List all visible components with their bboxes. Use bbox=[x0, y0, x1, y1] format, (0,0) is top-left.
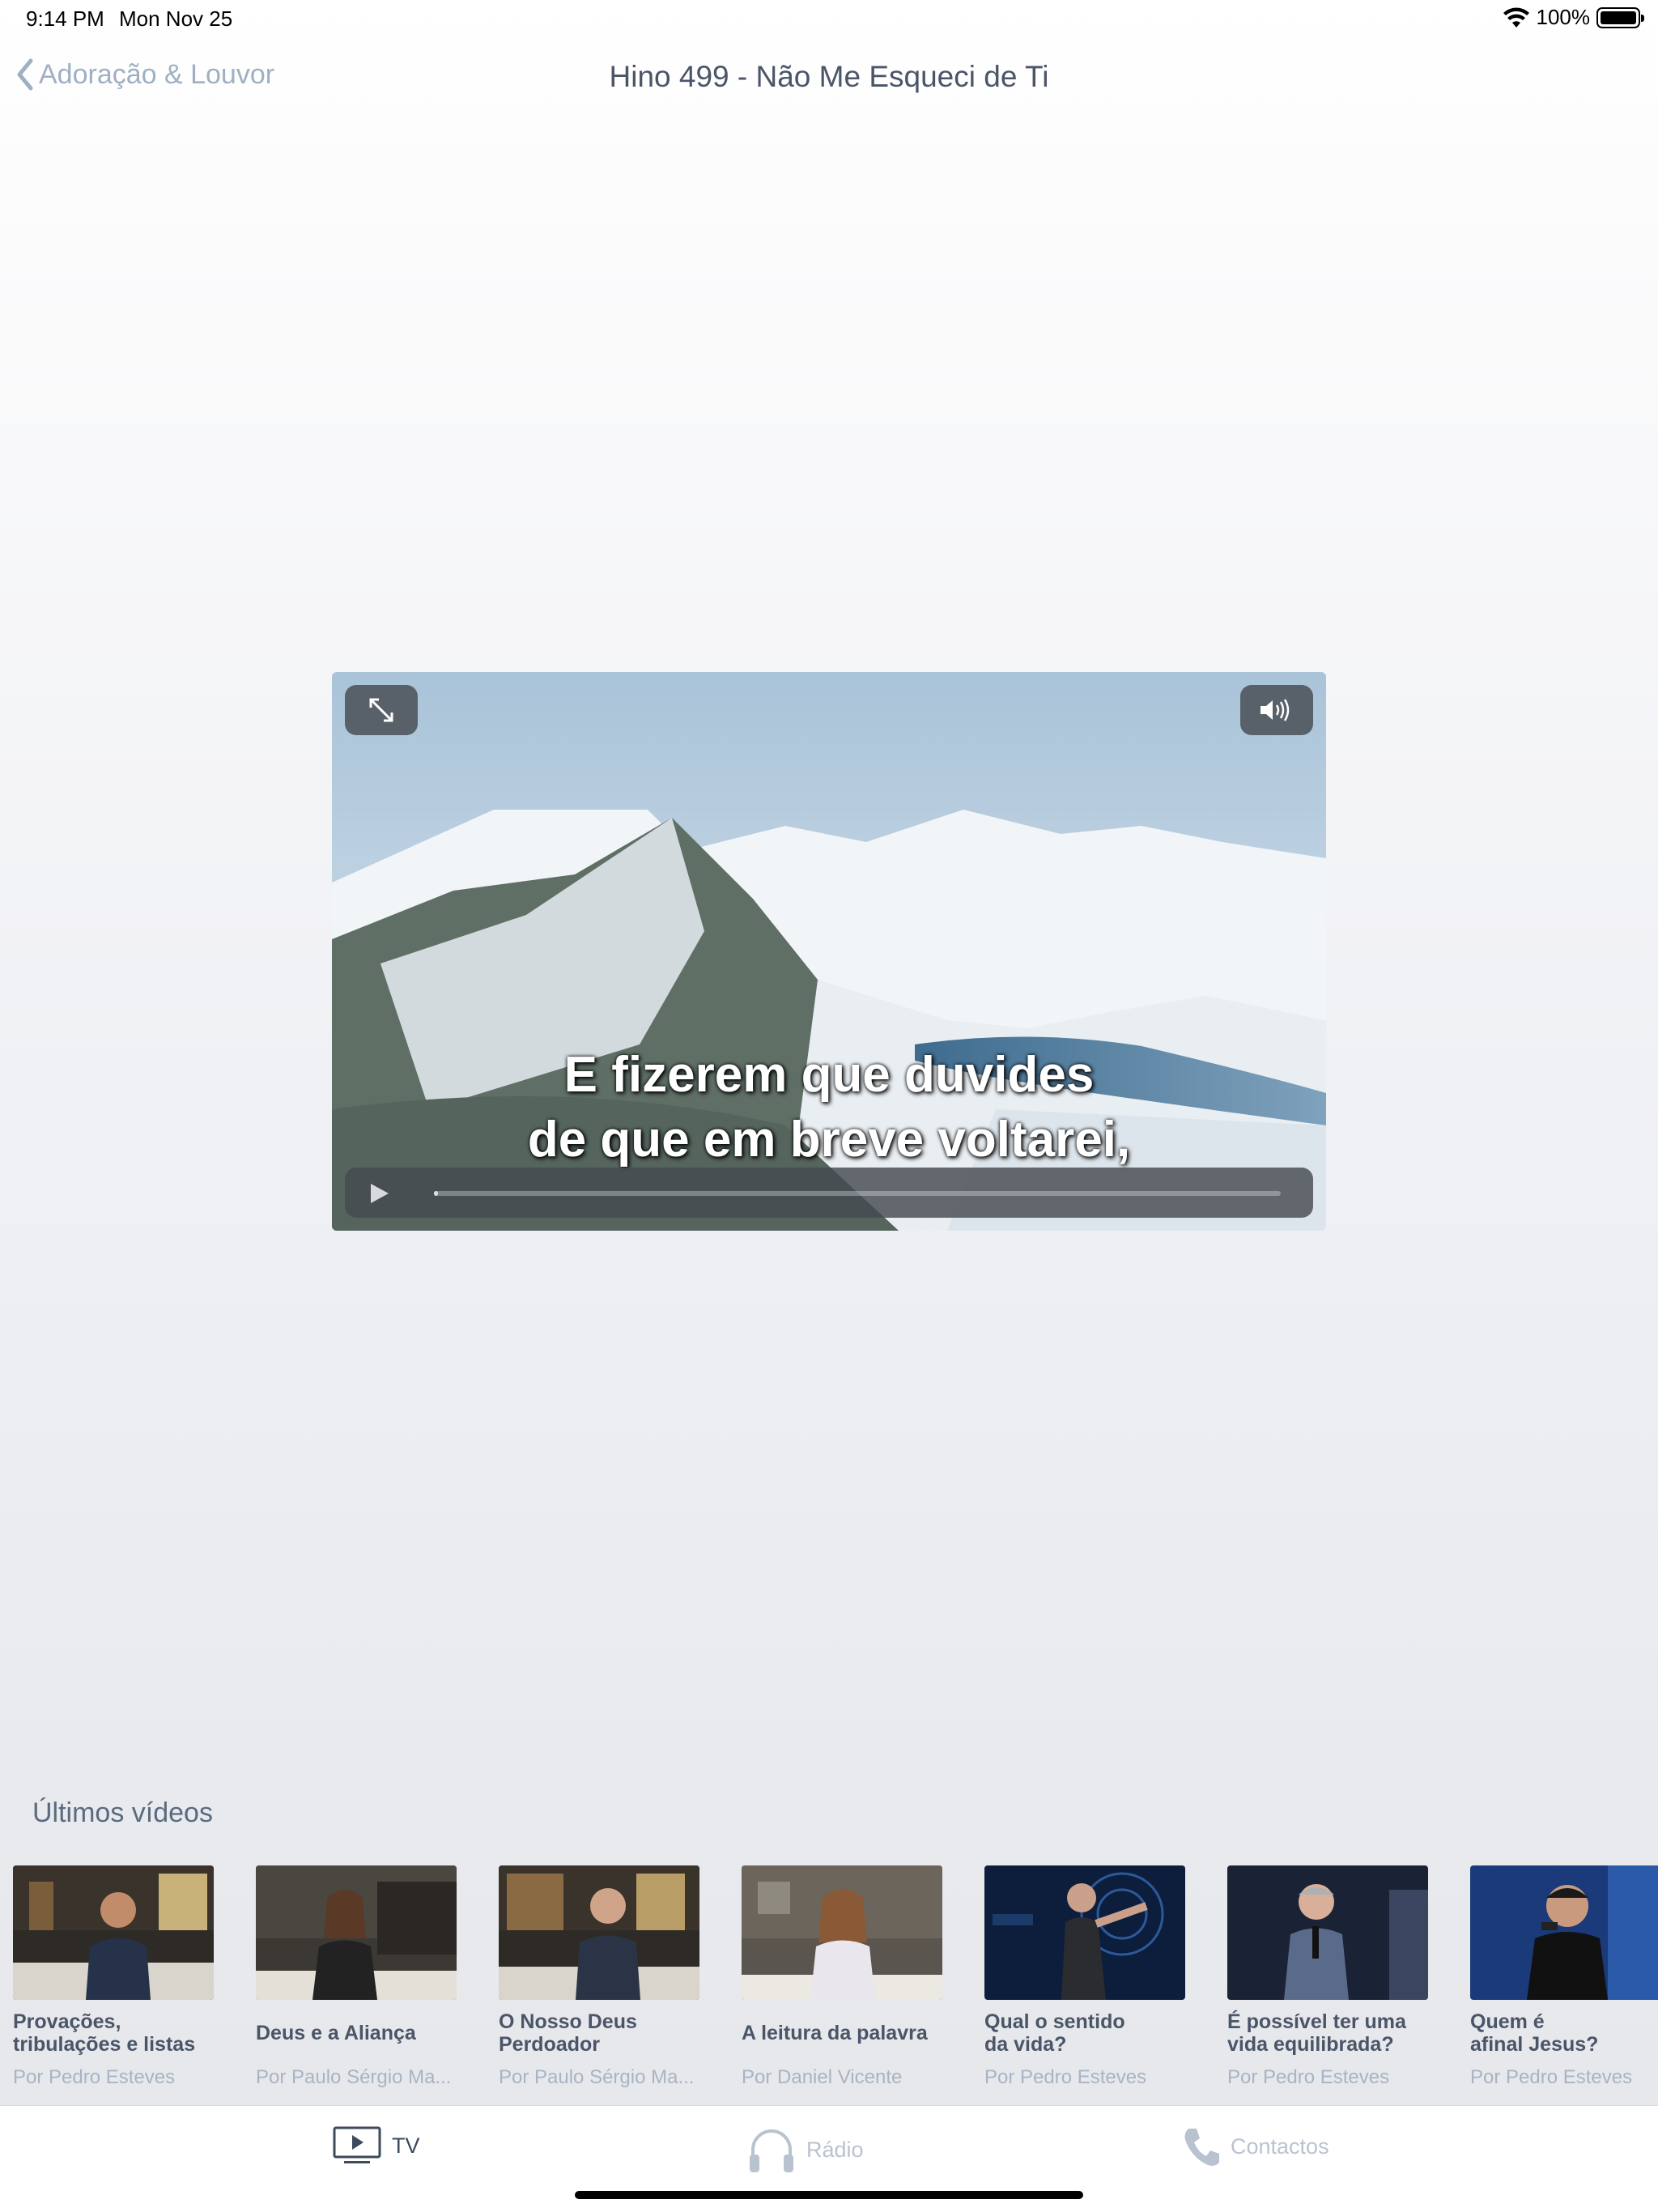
video-card-title: Provações, tribulações e listas bbox=[13, 2010, 196, 2056]
video-card[interactable]: O Nosso Deus Perdoador Por Paulo Sérgio … bbox=[499, 1865, 699, 2088]
tab-contacts[interactable]: Contactos bbox=[1182, 2125, 1329, 2167]
tab-tv-label: TV bbox=[392, 2133, 420, 2158]
video-card[interactable]: Qual o sentido da vida? Por Pedro Esteve… bbox=[984, 1865, 1185, 2088]
status-bar: 9:14 PM Mon Nov 25 100% bbox=[0, 0, 1658, 39]
battery-icon bbox=[1596, 6, 1644, 28]
progress-fill bbox=[434, 1191, 439, 1196]
video-card[interactable]: Deus e a Aliança Por Paulo Sérgio Ma... bbox=[256, 1865, 457, 2088]
headphones-icon bbox=[750, 2129, 793, 2172]
tab-tv[interactable]: TV bbox=[332, 2125, 420, 2166]
tab-radio-label: Rádio bbox=[806, 2137, 864, 2162]
expand-icon bbox=[369, 698, 393, 722]
video-thumbnail bbox=[13, 1865, 214, 2000]
video-card-author: Por Paulo Sérgio Ma... bbox=[256, 2066, 452, 2088]
progress-scrubber[interactable] bbox=[434, 1191, 1281, 1196]
video-card[interactable]: A leitura da palavra Por Daniel Vicente bbox=[742, 1865, 942, 2088]
speaker-icon bbox=[1261, 699, 1290, 721]
tab-contacts-label: Contactos bbox=[1231, 2133, 1329, 2159]
battery-percent: 100% bbox=[1536, 5, 1591, 29]
play-icon[interactable] bbox=[368, 1182, 390, 1205]
video-thumbnail bbox=[256, 1865, 457, 2000]
video-card-author: Por Pedro Esteves bbox=[13, 2066, 176, 2088]
video-card-author: Por Pedro Esteves bbox=[1470, 2066, 1633, 2088]
page-title: Hino 499 - Não Me Esqueci de Ti bbox=[609, 60, 1049, 93]
video-card[interactable]: Provações, tribulações e listas Por Pedr… bbox=[13, 1865, 214, 2088]
video-card-title: A leitura da palavra bbox=[742, 2022, 928, 2044]
wifi-icon bbox=[1503, 7, 1529, 28]
tab-radio[interactable]: Rádio bbox=[746, 2125, 864, 2174]
video-card-author: Por Pedro Esteves bbox=[1227, 2066, 1390, 2088]
fullscreen-button[interactable] bbox=[345, 685, 418, 735]
video-thumbnail bbox=[1227, 1865, 1428, 2000]
video-card[interactable]: É possível ter uma vida equilibrada? Por… bbox=[1227, 1865, 1428, 2088]
status-date: Mon Nov 25 bbox=[119, 6, 233, 31]
video-card-author: Por Pedro Esteves bbox=[984, 2066, 1147, 2088]
tv-icon bbox=[333, 2126, 381, 2163]
latest-videos-list[interactable]: Provações, tribulações e listas Por Pedr… bbox=[13, 1865, 1658, 2092]
volume-button[interactable] bbox=[1240, 685, 1313, 735]
video-caption-line-2: de que em breve voltarei, bbox=[527, 1112, 1131, 1168]
video-card-title: Qual o sentido da vida? bbox=[984, 2010, 1125, 2056]
video-card-title: Deus e a Aliança bbox=[256, 2022, 416, 2044]
video-player[interactable]: E fizerem que duvides de que em breve vo… bbox=[332, 672, 1326, 1231]
status-time: 9:14 PM bbox=[26, 6, 104, 31]
video-card-author: Por Paulo Sérgio Ma... bbox=[499, 2066, 695, 2088]
video-thumbnail bbox=[984, 1865, 1185, 2000]
status-indicators: 100% bbox=[1503, 5, 1644, 30]
video-thumbnail bbox=[742, 1865, 942, 2000]
video-thumbnail bbox=[1470, 1865, 1658, 2000]
home-indicator bbox=[575, 2191, 1083, 2199]
video-card-author: Por Daniel Vicente bbox=[742, 2066, 903, 2088]
playback-controls bbox=[345, 1168, 1313, 1218]
section-title-latest-videos: Últimos vídeos bbox=[32, 1797, 213, 1828]
video-card[interactable]: Quem é afinal Jesus? Por Pedro Esteves bbox=[1470, 1865, 1658, 2088]
video-thumbnail bbox=[499, 1865, 699, 2000]
video-caption-line-1: E fizerem que duvides bbox=[563, 1047, 1095, 1103]
video-card-title: É possível ter uma vida equilibrada? bbox=[1227, 2010, 1406, 2056]
video-card-title: O Nosso Deus Perdoador bbox=[499, 2010, 637, 2056]
phone-icon bbox=[1184, 2129, 1219, 2166]
video-card-title: Quem é afinal Jesus? bbox=[1470, 2010, 1599, 2056]
